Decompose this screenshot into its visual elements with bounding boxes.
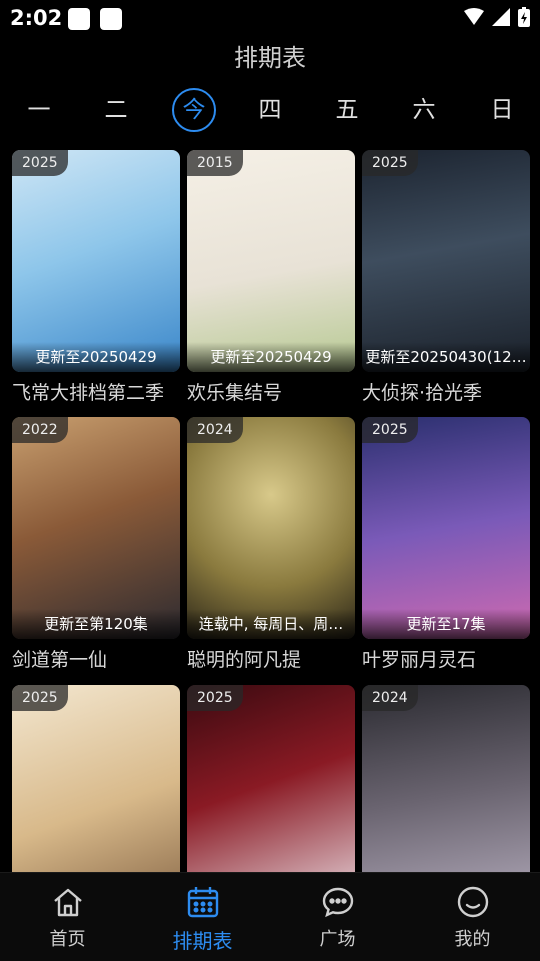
update-label: 更新至20250429 (187, 342, 355, 372)
poster-image: 2022 更新至第120集 (12, 417, 180, 639)
tab-plaza[interactable]: 广场 (270, 873, 405, 961)
calendar-icon (187, 887, 218, 918)
page-title: 排期表 (234, 44, 306, 72)
year-badge: 2022 (12, 417, 68, 443)
show-card[interactable]: 2025 更新至20250429 飞常大排档第二季 (12, 150, 180, 405)
show-card[interactable]: 2025 (187, 685, 355, 872)
year-badge: 2025 (362, 417, 418, 443)
poster-image: 2025 (187, 685, 355, 872)
poster-image: 2025 更新至17集 (362, 417, 530, 639)
show-card[interactable]: 2025 (12, 685, 180, 872)
smile-icon (457, 886, 488, 918)
signal-icon (492, 8, 510, 26)
schedule-grid: 2025 更新至20250429 飞常大排档第二季 2015 更新至202504… (12, 150, 530, 872)
status-bar: 2:02 (0, 0, 540, 36)
day-monday[interactable]: 一 (14, 86, 64, 134)
year-badge: 2015 (187, 150, 243, 176)
show-title: 欢乐集结号 (187, 382, 283, 404)
day-today[interactable]: 今 (169, 86, 219, 134)
bottom-tab-bar: 首页 排期表 广场 我的 (0, 872, 540, 961)
notification-icon (68, 8, 90, 30)
update-label: 更新至第120集 (12, 609, 180, 639)
year-badge: 2024 (187, 417, 243, 443)
weekday-selector: 一 二 今 四 五 六 日 (0, 86, 540, 134)
chat-icon (322, 887, 353, 918)
tab-home[interactable]: 首页 (0, 873, 135, 961)
update-label: 更新至17集 (362, 609, 530, 639)
year-badge: 2025 (12, 685, 68, 711)
show-card[interactable]: 2024 连载中, 每周日、周… 聪明的阿凡提 (187, 417, 355, 672)
show-card[interactable]: 2025 更新至20250430(12… 大侦探·拾光季 (362, 150, 530, 405)
poster-image: 2025 (12, 685, 180, 872)
tab-label: 我的 (454, 929, 491, 950)
show-title: 飞常大排档第二季 (12, 382, 165, 404)
status-time: 2:02 (10, 6, 63, 30)
show-title: 叶罗丽月灵石 (362, 649, 477, 671)
show-title: 聪明的阿凡提 (187, 649, 302, 671)
poster-image: 2025 更新至20250430(12… (362, 150, 530, 372)
home-icon (53, 888, 82, 917)
show-card[interactable]: 2024 (362, 685, 530, 872)
wifi-icon (464, 8, 484, 25)
day-saturday[interactable]: 六 (399, 86, 449, 134)
update-label: 连载中, 每周日、周… (187, 609, 355, 639)
show-title: 剑道第一仙 (12, 649, 108, 671)
day-sunday[interactable]: 日 (477, 86, 527, 134)
poster-image: 2015 更新至20250429 (187, 150, 355, 372)
year-badge: 2025 (187, 685, 243, 711)
notification-icon (100, 8, 122, 30)
year-badge: 2025 (12, 150, 68, 176)
show-card[interactable]: 2015 更新至20250429 欢乐集结号 (187, 150, 355, 405)
poster-image: 2024 连载中, 每周日、周… (187, 417, 355, 639)
update-label: 更新至20250430(12… (362, 342, 530, 372)
tab-mine[interactable]: 我的 (405, 873, 540, 961)
tab-schedule[interactable]: 排期表 (135, 873, 270, 961)
poster-image: 2025 更新至20250429 (12, 150, 180, 372)
poster-image: 2024 (362, 685, 530, 872)
update-label: 更新至20250429 (12, 342, 180, 372)
battery-icon (518, 7, 530, 27)
show-card[interactable]: 2022 更新至第120集 剑道第一仙 (12, 417, 180, 672)
show-card[interactable]: 2025 更新至17集 叶罗丽月灵石 (362, 417, 530, 672)
tab-label: 广场 (319, 929, 356, 950)
day-friday[interactable]: 五 (322, 86, 372, 134)
show-title: 大侦探·拾光季 (362, 382, 483, 404)
year-badge: 2025 (362, 150, 418, 176)
year-badge: 2024 (362, 685, 418, 711)
tab-label: 排期表 (172, 929, 233, 953)
day-thursday[interactable]: 四 (245, 86, 295, 134)
day-tuesday[interactable]: 二 (91, 86, 141, 134)
tab-label: 首页 (49, 929, 86, 950)
